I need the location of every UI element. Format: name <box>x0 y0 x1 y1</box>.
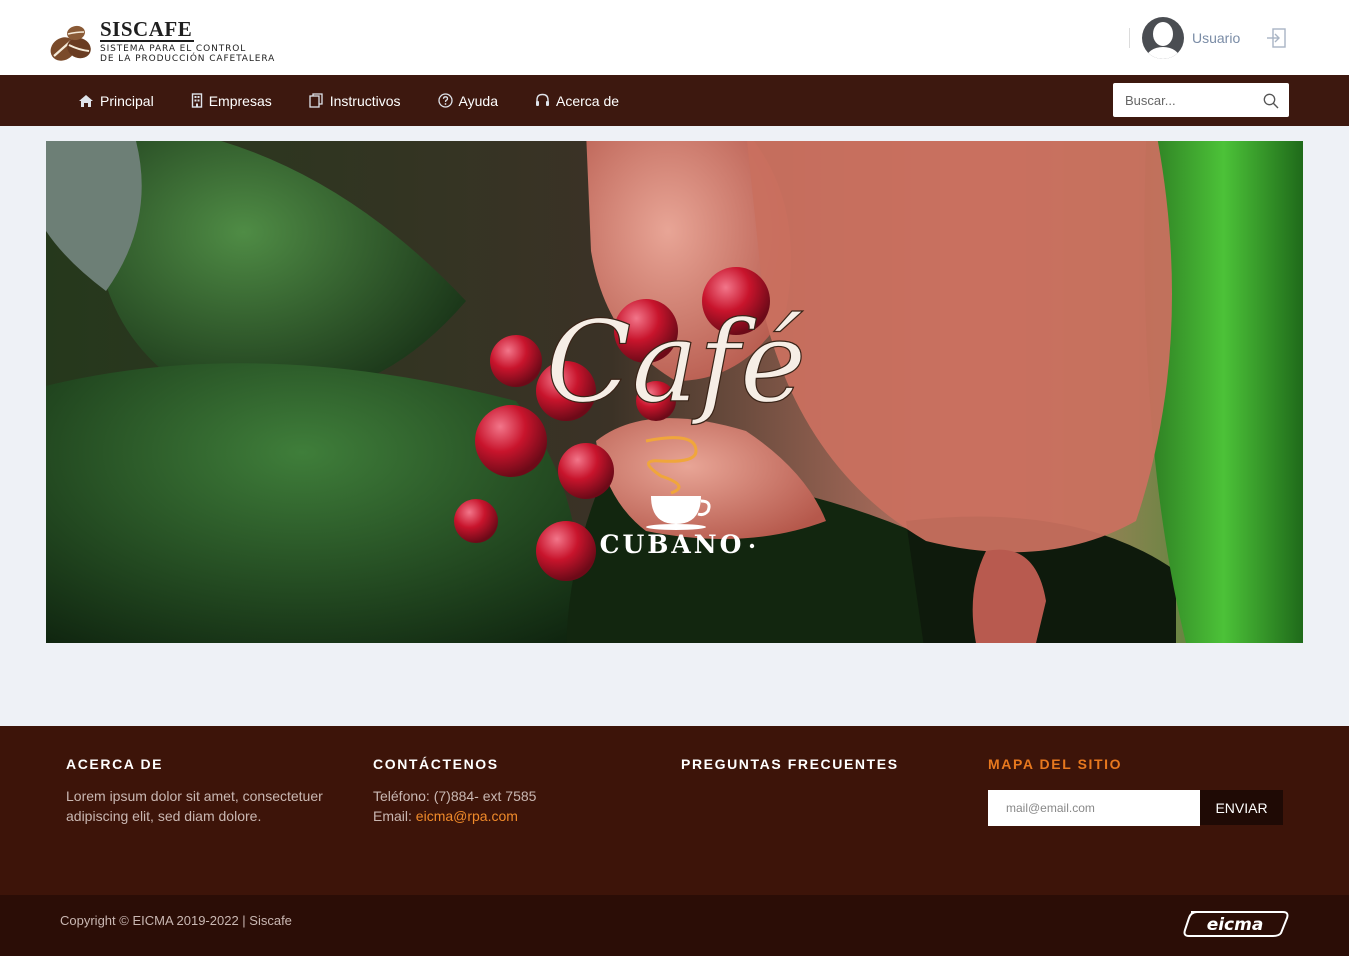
footer-sitemap: MAPA DEL SITIO <box>988 756 1283 772</box>
footer-about-text: Lorem ipsum dolor sit amet, consectetuer… <box>66 788 323 824</box>
hero-script-text: Café <box>546 298 806 428</box>
footer-contact: CONTÁCTENOS Teléfono: (7)884- ext 7585 E… <box>373 756 653 826</box>
divider <box>1129 28 1130 48</box>
coffee-beans-icon <box>50 25 91 61</box>
logout-icon[interactable] <box>1266 27 1288 49</box>
footer-faq: PREGUNTAS FRECUENTES <box>681 756 961 772</box>
coffee-cup-icon <box>651 496 701 524</box>
search-icon[interactable] <box>1263 93 1279 109</box>
user-name[interactable]: Usuario <box>1192 30 1240 46</box>
send-button[interactable]: ENVIAR <box>1200 790 1283 825</box>
footer-about: ACERCA DE Lorem ipsum dolor sit amet, co… <box>66 756 346 826</box>
nav-label: Instructivos <box>329 92 401 109</box>
logo-subtitle-1: SISTEMA PARA EL CONTROL <box>100 44 247 54</box>
question-icon <box>437 93 453 108</box>
nav-item-principal[interactable]: Principal <box>78 93 154 109</box>
logo-title: SISCAFE <box>100 17 195 42</box>
contact-email-row: Email: eicma@rpa.com <box>373 806 653 826</box>
nav-item-empresas[interactable]: Empresas <box>191 93 272 109</box>
home-icon <box>79 94 93 107</box>
siscafe-logo[interactable]: SISCAFE SISTEMA PARA EL CONTROL DE LA PR… <box>49 18 275 66</box>
nav-label: Ayuda <box>458 92 498 109</box>
nav-menu: Principal Empresas Instructivos Ayuda Ac… <box>78 75 656 126</box>
nav-item-ayuda[interactable]: Ayuda <box>437 92 498 109</box>
nav-item-instructivos[interactable]: Instructivos <box>309 93 401 109</box>
newsletter-email-input[interactable] <box>988 790 1200 826</box>
eicma-logo[interactable]: eicma <box>1183 909 1289 939</box>
hero-brand-text: CUBANO <box>600 530 745 559</box>
hero-banner: Café CUBANO <box>46 141 1303 643</box>
footer-contact-info: Teléfono: (7)884- ext 7585 Email: eicma@… <box>373 786 653 826</box>
search-input[interactable] <box>1113 83 1253 117</box>
contact-email-link[interactable]: eicma@rpa.com <box>416 808 518 824</box>
cafe-cubano-logo: Café CUBANO <box>546 297 806 559</box>
footer-contact-heading: CONTÁCTENOS <box>373 756 499 772</box>
search-box <box>1113 83 1289 117</box>
user-avatar[interactable] <box>1142 17 1184 59</box>
footer-about-heading: ACERCA DE <box>66 756 164 772</box>
contact-email-label: Email: <box>373 808 416 824</box>
newsletter-form: ENVIAR <box>988 790 1283 826</box>
logo-subtitle-2: DE LA PRODUCCIÓN CAFETALERA <box>100 54 276 64</box>
building-icon <box>191 93 202 108</box>
eicma-logo-text: eicma <box>1207 915 1264 935</box>
contact-phone: Teléfono: (7)884- ext 7585 <box>373 788 537 804</box>
nav-label: Empresas <box>208 92 272 109</box>
footer-faq-heading[interactable]: PREGUNTAS FRECUENTES <box>681 756 961 772</box>
nav-label: Principal <box>100 92 154 109</box>
footer-bottom-bar: Copyright © EICMA 2019-2022 | Siscafe ei… <box>0 895 1349 956</box>
main-navbar: Principal Empresas Instructivos Ayuda Ac… <box>0 75 1349 126</box>
nav-label: Acerca de <box>556 92 620 109</box>
top-header: SISCAFE SISTEMA PARA EL CONTROL DE LA PR… <box>0 0 1349 75</box>
copyright-text: Copyright © EICMA 2019-2022 | Siscafe <box>60 913 292 928</box>
user-menu: Usuario <box>1129 17 1288 59</box>
documents-icon <box>309 93 323 108</box>
steam-icon <box>645 436 698 495</box>
footer-sitemap-heading[interactable]: MAPA DEL SITIO <box>988 756 1283 772</box>
headset-icon <box>536 93 549 106</box>
site-footer: ACERCA DE Lorem ipsum dolor sit amet, co… <box>0 726 1349 895</box>
nav-item-acerca-de[interactable]: Acerca de <box>535 93 619 109</box>
